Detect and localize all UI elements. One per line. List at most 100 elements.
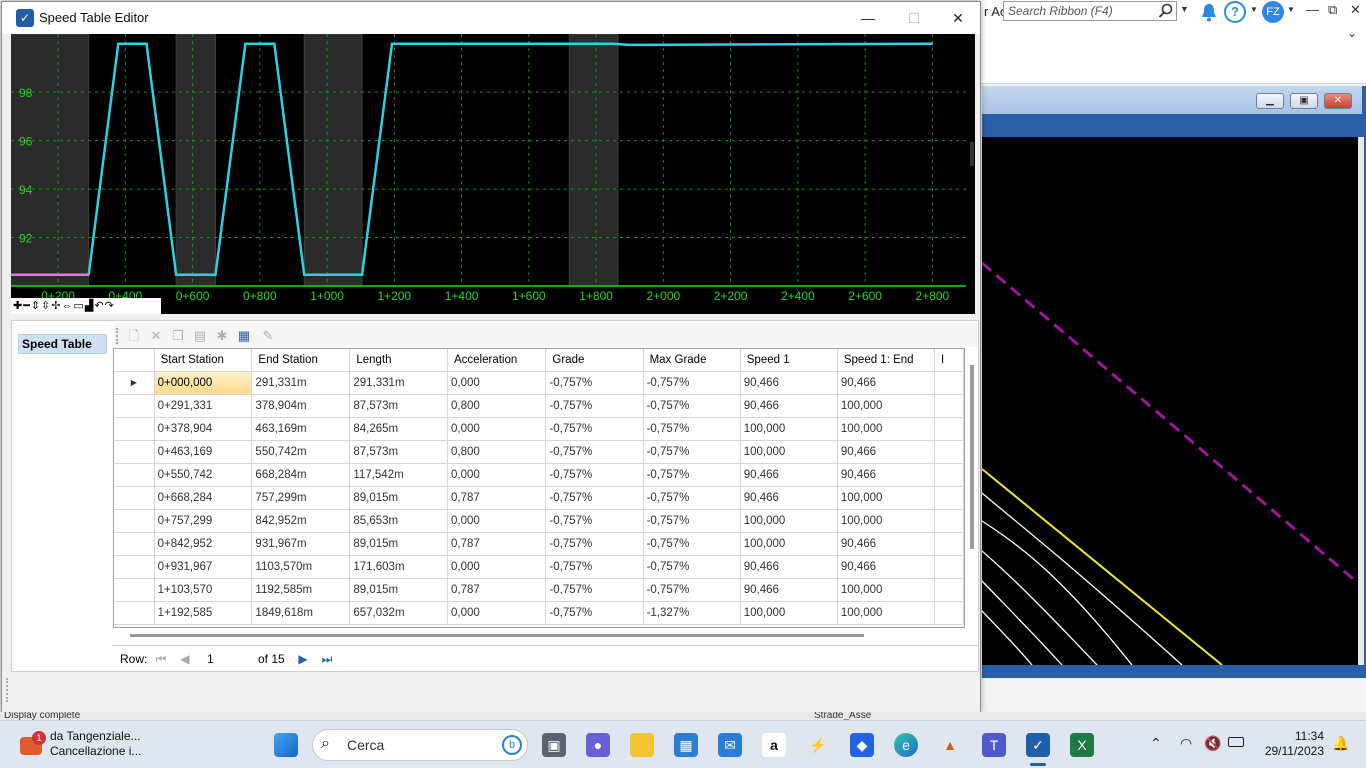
table-cell[interactable]: 550,742m — [251, 440, 351, 464]
table-cell[interactable]: -0,757% — [643, 578, 741, 602]
col-speed-1-end[interactable]: Speed 1: End — [837, 349, 935, 372]
table-cell[interactable]: 0,787 — [447, 486, 547, 510]
table-row[interactable]: 0+931,967 1103,570m 171,603m 0,000 -0,757% -0… — [114, 555, 964, 579]
select-icon[interactable]: ✱ — [214, 328, 230, 344]
row-header[interactable] — [114, 555, 155, 579]
zoom-out-icon[interactable]: ━ — [23, 300, 31, 312]
table-row[interactable]: 0+550,742 668,284m 117,542m 0,000 -0,757% -0,… — [114, 463, 964, 487]
viewport-scroll-track[interactable] — [1358, 137, 1364, 665]
table-cell[interactable]: 1+192,585 — [154, 601, 253, 625]
table-cell[interactable]: 100,000 — [837, 486, 935, 510]
table-cell[interactable]: 0+463,169 — [154, 440, 253, 464]
row-header[interactable] — [114, 601, 155, 625]
table-cell[interactable]: 90,466 — [740, 371, 838, 395]
col-next[interactable]: I — [934, 349, 964, 372]
search-icon[interactable] — [1158, 3, 1174, 19]
table-cell[interactable]: 89,015m — [349, 532, 448, 556]
ribbon-collapse-icon[interactable]: ⌄ — [1347, 26, 1357, 40]
table-cell[interactable]: 0+931,967 — [154, 555, 253, 579]
table-cell[interactable]: 90,466 — [740, 486, 838, 510]
redo-icon[interactable]: ↷ — [105, 300, 115, 312]
table-cell[interactable]: 0,787 — [447, 578, 547, 602]
app-restore-icon[interactable]: ⧉ — [1328, 2, 1337, 18]
zoom-in-icon[interactable]: ✚ — [13, 300, 23, 312]
notification-icon[interactable]: 1 — [20, 731, 46, 757]
task-view-icon[interactable]: ▣ — [542, 733, 566, 757]
table-cell[interactable] — [934, 440, 964, 464]
table-cell[interactable]: 100,000 — [740, 417, 838, 441]
taskbar-clock[interactable]: 11:34 29/11/2023 — [1258, 729, 1324, 759]
table-cell[interactable]: 0+000,000 — [154, 371, 253, 395]
fit-vertical-icon[interactable]: ⇳ — [41, 300, 51, 312]
table-cell[interactable]: 171,603m — [349, 555, 448, 579]
table-view-icon[interactable]: ▦ — [236, 328, 252, 344]
table-cell[interactable]: 90,466 — [740, 555, 838, 579]
table-cell[interactable]: -0,757% — [643, 394, 741, 418]
table-cell[interactable]: 100,000 — [740, 532, 838, 556]
chart-type-icon[interactable]: ▟ — [85, 300, 94, 312]
table-cell[interactable]: 87,573m — [349, 394, 448, 418]
table-cell[interactable]: 0,000 — [447, 463, 547, 487]
table-cell[interactable]: 100,000 — [740, 440, 838, 464]
table-row[interactable]: 1+192,585 1849,618m 657,032m 0,000 -0,757% -1… — [114, 601, 964, 625]
col-grade[interactable]: Grade — [545, 349, 644, 372]
table-cell[interactable]: -0,757% — [643, 509, 741, 533]
user-dropdown-icon[interactable]: ▼ — [1287, 5, 1295, 14]
table-cell[interactable]: 842,952m — [251, 509, 351, 533]
fit-horizontal-icon[interactable]: ⇔ — [62, 300, 74, 312]
table-cell[interactable]: 90,466 — [837, 440, 935, 464]
table-row[interactable]: 0+378,904 463,169m 84,265m 0,000 -0,757% -0,7… — [114, 417, 964, 441]
table-cell[interactable]: 0,800 — [447, 394, 547, 418]
table-cell[interactable]: -0,757% — [545, 394, 644, 418]
table-cell[interactable]: -0,757% — [545, 463, 644, 487]
col-length[interactable]: Length — [349, 349, 448, 372]
table-cell[interactable]: 90,466 — [837, 463, 935, 487]
table-cell[interactable] — [934, 463, 964, 487]
battery-icon[interactable] — [1228, 737, 1244, 747]
row-header[interactable] — [114, 440, 155, 464]
nav-item-speed-table[interactable]: Speed Table — [18, 334, 107, 354]
table-cell[interactable]: 291,331m — [349, 371, 448, 395]
delete-row-icon[interactable]: ✕ — [148, 328, 164, 344]
table-cell[interactable] — [934, 371, 964, 395]
table-cell[interactable]: -1,327% — [643, 601, 741, 625]
table-row[interactable]: 1+103,570 1192,585m 89,015m 0,787 -0,757% -0,… — [114, 578, 964, 602]
dropdown-arrow-icon[interactable]: ▼ — [1180, 4, 1189, 14]
table-cell[interactable]: -0,757% — [545, 486, 644, 510]
row-header[interactable] — [114, 509, 155, 533]
taskbar-search[interactable]: Cerca — [312, 729, 528, 761]
table-cell[interactable] — [934, 555, 964, 579]
table-cell[interactable]: 0,800 — [447, 440, 547, 464]
table-cell[interactable]: 117,542m — [349, 463, 448, 487]
table-cell[interactable]: 90,466 — [837, 532, 935, 556]
col-max-grade[interactable]: Max Grade — [643, 349, 741, 372]
table-cell[interactable]: 0,000 — [447, 555, 547, 579]
minimize-button[interactable]: — — [845, 2, 891, 34]
drawing-close-button[interactable]: ✕ — [1324, 93, 1352, 109]
table-cell[interactable]: 657,032m — [349, 601, 448, 625]
speed-profile-chart[interactable]: 0+200 0+400 0+600 0+800 1+000 1+200 1+400 1+600… — [0, 33, 975, 314]
table-cell[interactable]: -0,757% — [545, 601, 644, 625]
table-cell[interactable] — [934, 394, 964, 418]
paste-icon[interactable]: ▤ — [192, 328, 208, 344]
table-cell[interactable]: 668,284m — [251, 463, 351, 487]
table-cell[interactable]: 0+550,742 — [154, 463, 253, 487]
bing-icon[interactable]: b — [502, 735, 522, 755]
pan-vertical-icon[interactable]: ⇕ — [31, 300, 41, 312]
help-dropdown-icon[interactable]: ▼ — [1250, 5, 1258, 14]
teams-icon[interactable]: T — [982, 733, 1006, 757]
col-start-station[interactable]: Start Station — [154, 349, 253, 372]
table-cell[interactable]: -0,757% — [545, 371, 644, 395]
table-row[interactable]: 0+668,284 757,299m 89,015m 0,787 -0,757% -0,7… — [114, 486, 964, 510]
wifi-icon[interactable]: ◠ — [1180, 735, 1192, 752]
table-cell[interactable]: 1103,570m — [251, 555, 351, 579]
table-cell[interactable]: 931,967m — [251, 532, 351, 556]
table-row[interactable]: ▶ 0+000,000 291,331m 291,331m 0,000 -0,757% -0… — [114, 371, 964, 395]
app-bolt-icon[interactable]: ⚡ — [806, 733, 830, 757]
next-row-icon[interactable]: ▶ — [296, 651, 310, 667]
table-cell[interactable]: 0,000 — [447, 371, 547, 395]
undo-icon[interactable]: ↶ — [94, 300, 104, 312]
pan-horizontal-icon[interactable]: ✢ — [51, 300, 61, 312]
copy-icon[interactable]: ❐ — [170, 328, 186, 344]
table-cell[interactable]: 0+291,331 — [154, 394, 253, 418]
